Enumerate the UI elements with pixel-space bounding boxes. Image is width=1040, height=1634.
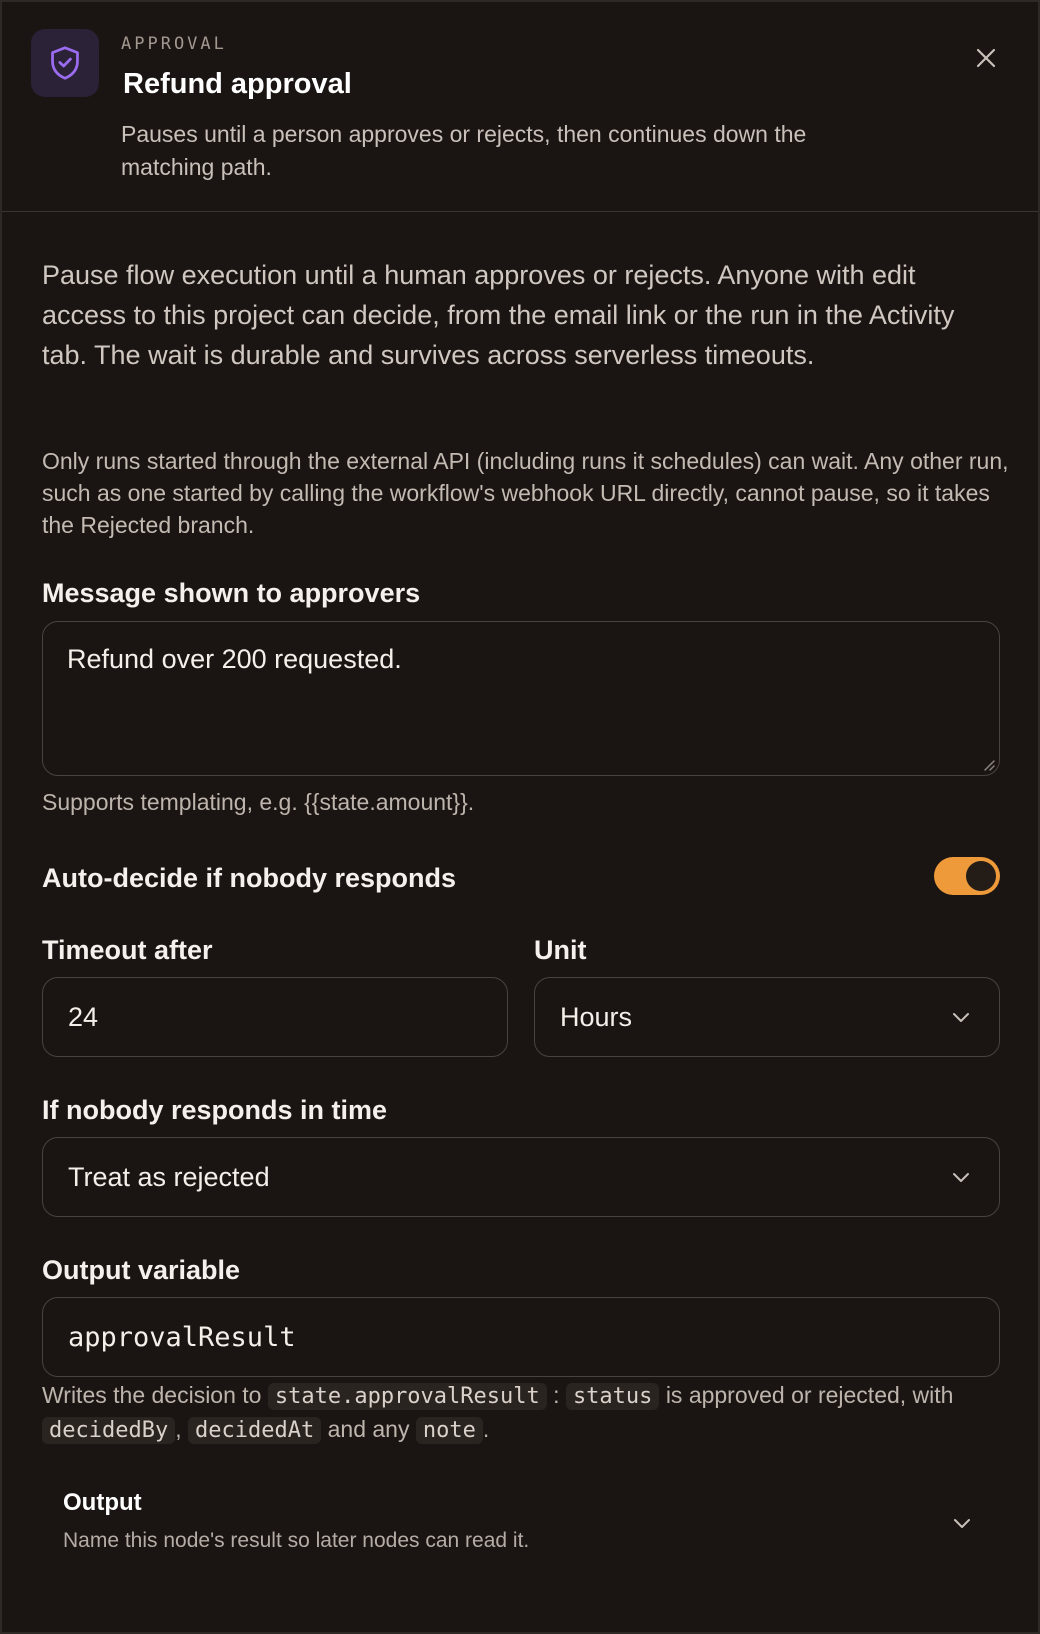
chevron-down-icon — [953, 1013, 969, 1022]
code-decidedby: decidedBy — [42, 1417, 176, 1444]
help-text: , — [175, 1416, 182, 1442]
timeout-value: 24 — [68, 1001, 99, 1032]
node-title: Refund approval — [123, 68, 352, 100]
timeout-input[interactable]: 24 — [42, 977, 508, 1057]
panel-header: APPROVAL Refund approval Pauses until a … — [2, 2, 1038, 212]
fallback-select[interactable]: Treat as rejected — [42, 1137, 1000, 1217]
templating-help: Supports templating, e.g. {{state.amount… — [42, 789, 475, 815]
auto-decide-label: Auto-decide if nobody responds — [42, 863, 457, 893]
help-text: is approved or rejected, with — [665, 1382, 954, 1408]
auto-decide-toggle[interactable] — [934, 857, 1000, 895]
shield-check-icon — [31, 29, 99, 97]
message-value: Refund over 200 requested. — [67, 644, 402, 674]
output-variable-label: Output variable — [42, 1255, 241, 1285]
message-label: Message shown to approvers — [42, 578, 421, 608]
code-state-approvalresult: state.approvalResult — [267, 1383, 547, 1410]
chevron-down-icon — [953, 1173, 969, 1182]
code-note: note — [415, 1417, 483, 1444]
timeout-label: Timeout after — [42, 935, 213, 965]
code-decidedat: decidedAt — [188, 1417, 322, 1444]
node-type-label: APPROVAL — [121, 34, 227, 54]
api-only-note: Only runs started through the external A… — [42, 448, 1009, 538]
output-section-title: Output — [63, 1489, 142, 1516]
resize-handle-icon[interactable] — [981, 757, 995, 771]
fallback-label: If nobody responds in time — [42, 1095, 388, 1125]
message-textarea[interactable]: Refund over 200 requested. — [42, 621, 1000, 776]
output-variable-help: Writes the decision to state.approvalRes… — [42, 1379, 1032, 1447]
help-text: Writes the decision to — [42, 1382, 262, 1408]
close-button[interactable] — [966, 38, 1006, 78]
code-status: status — [565, 1383, 660, 1410]
output-variable-input[interactable]: approvalResult — [42, 1297, 1000, 1377]
unit-label: Unit — [534, 935, 587, 965]
output-variable-value: approvalResult — [68, 1321, 296, 1353]
close-icon — [976, 48, 996, 68]
unit-selected-value: Hours — [560, 1001, 633, 1032]
help-text: and any — [327, 1416, 410, 1442]
unit-select[interactable]: Hours — [534, 977, 1000, 1057]
node-description: Pause flow execution until a human appro… — [42, 260, 955, 370]
help-text: . — [482, 1416, 490, 1442]
toggle-knob — [966, 861, 996, 891]
output-section-subtitle: Name this node's result so later nodes c… — [63, 1529, 530, 1552]
node-subtitle: Pauses until a person approves or reject… — [121, 121, 807, 180]
help-text: : — [553, 1382, 560, 1408]
chevron-down-icon[interactable] — [952, 1514, 972, 1532]
approval-node-panel: APPROVAL Refund approval Pauses until a … — [0, 0, 1040, 1634]
fallback-selected-value: Treat as rejected — [68, 1161, 270, 1192]
